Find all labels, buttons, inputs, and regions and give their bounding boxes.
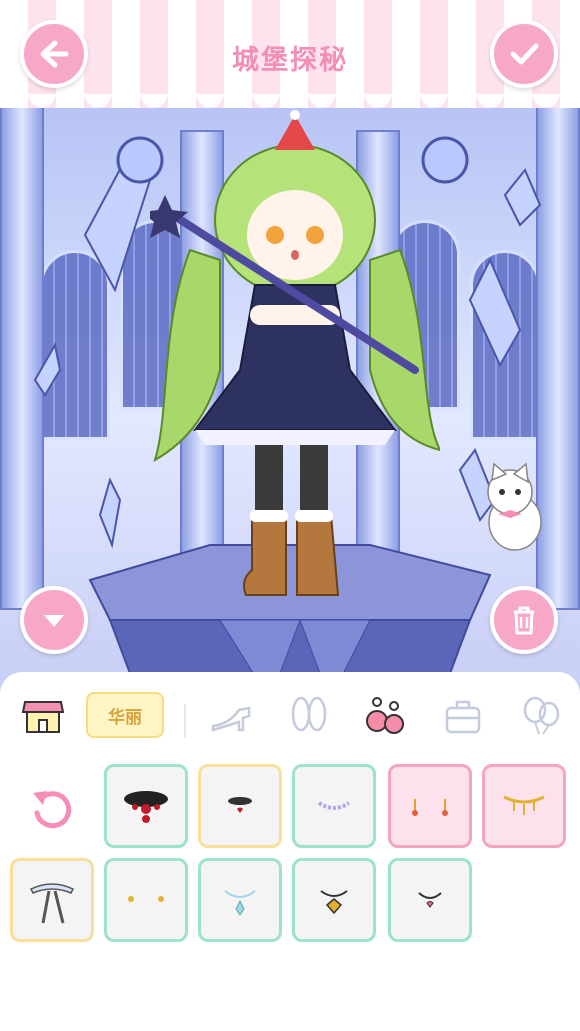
earrings-icon [366,697,404,734]
category-handheld[interactable] [516,694,566,738]
necklace-heart-icon [228,797,252,813]
white-cat-pet [487,462,542,551]
wardrobe-panel: 华丽 [0,672,580,1031]
category-gorgeous-tab[interactable]: 华丽 [86,692,164,738]
reset-icon [33,791,72,829]
divider [184,704,186,738]
item-necklace-heart[interactable] [198,764,282,848]
earrings-gold-icon [412,799,448,816]
choker-icon [124,791,168,823]
checkmark-icon [510,43,539,65]
bag-icon [445,700,481,734]
category-shoes[interactable] [206,694,256,738]
category-bags[interactable] [438,694,488,738]
gold-pendant-icon [320,890,348,915]
pearl-necklace-icon [317,801,351,810]
doll-character [150,110,440,596]
category-headwear[interactable] [284,694,334,738]
category-bar: 华丽 [0,686,580,742]
crystal-necklace-icon [224,890,256,916]
game-screen: 城堡探秘 华丽 [0,0,580,1031]
item-heart-pendant[interactable] [388,858,472,942]
gold-chain-necklace-icon [503,795,545,815]
item-choker[interactable] [104,764,188,848]
shop-icon [21,701,65,733]
high-heel-icon [211,706,251,732]
heart-pendant-icon [418,892,442,908]
item-gold-pendant[interactable] [292,858,376,942]
item-stud-earrings[interactable] [104,858,188,942]
item-gold-chain[interactable] [482,764,566,848]
delete-button[interactable] [490,586,558,654]
chevron-down-icon [44,615,64,627]
trash-icon [514,606,534,635]
category-shop[interactable] [18,694,68,738]
category-accessories[interactable] [360,694,410,738]
collapse-panel-button[interactable] [20,586,88,654]
bunny-ears-icon [291,696,327,732]
item-pearl-necklace[interactable] [292,764,376,848]
stud-earrings-icon [128,896,164,902]
item-ribbon-bow[interactable] [10,858,94,942]
back-button[interactable] [20,20,88,88]
arrow-left-icon [40,40,69,68]
confirm-button[interactable] [490,20,558,88]
reset-button[interactable] [22,780,82,840]
ribbon-bow-icon [29,883,75,924]
balloon-icon [523,696,560,735]
item-gold-earrings[interactable] [388,764,472,848]
item-crystal-necklace[interactable] [198,858,282,942]
